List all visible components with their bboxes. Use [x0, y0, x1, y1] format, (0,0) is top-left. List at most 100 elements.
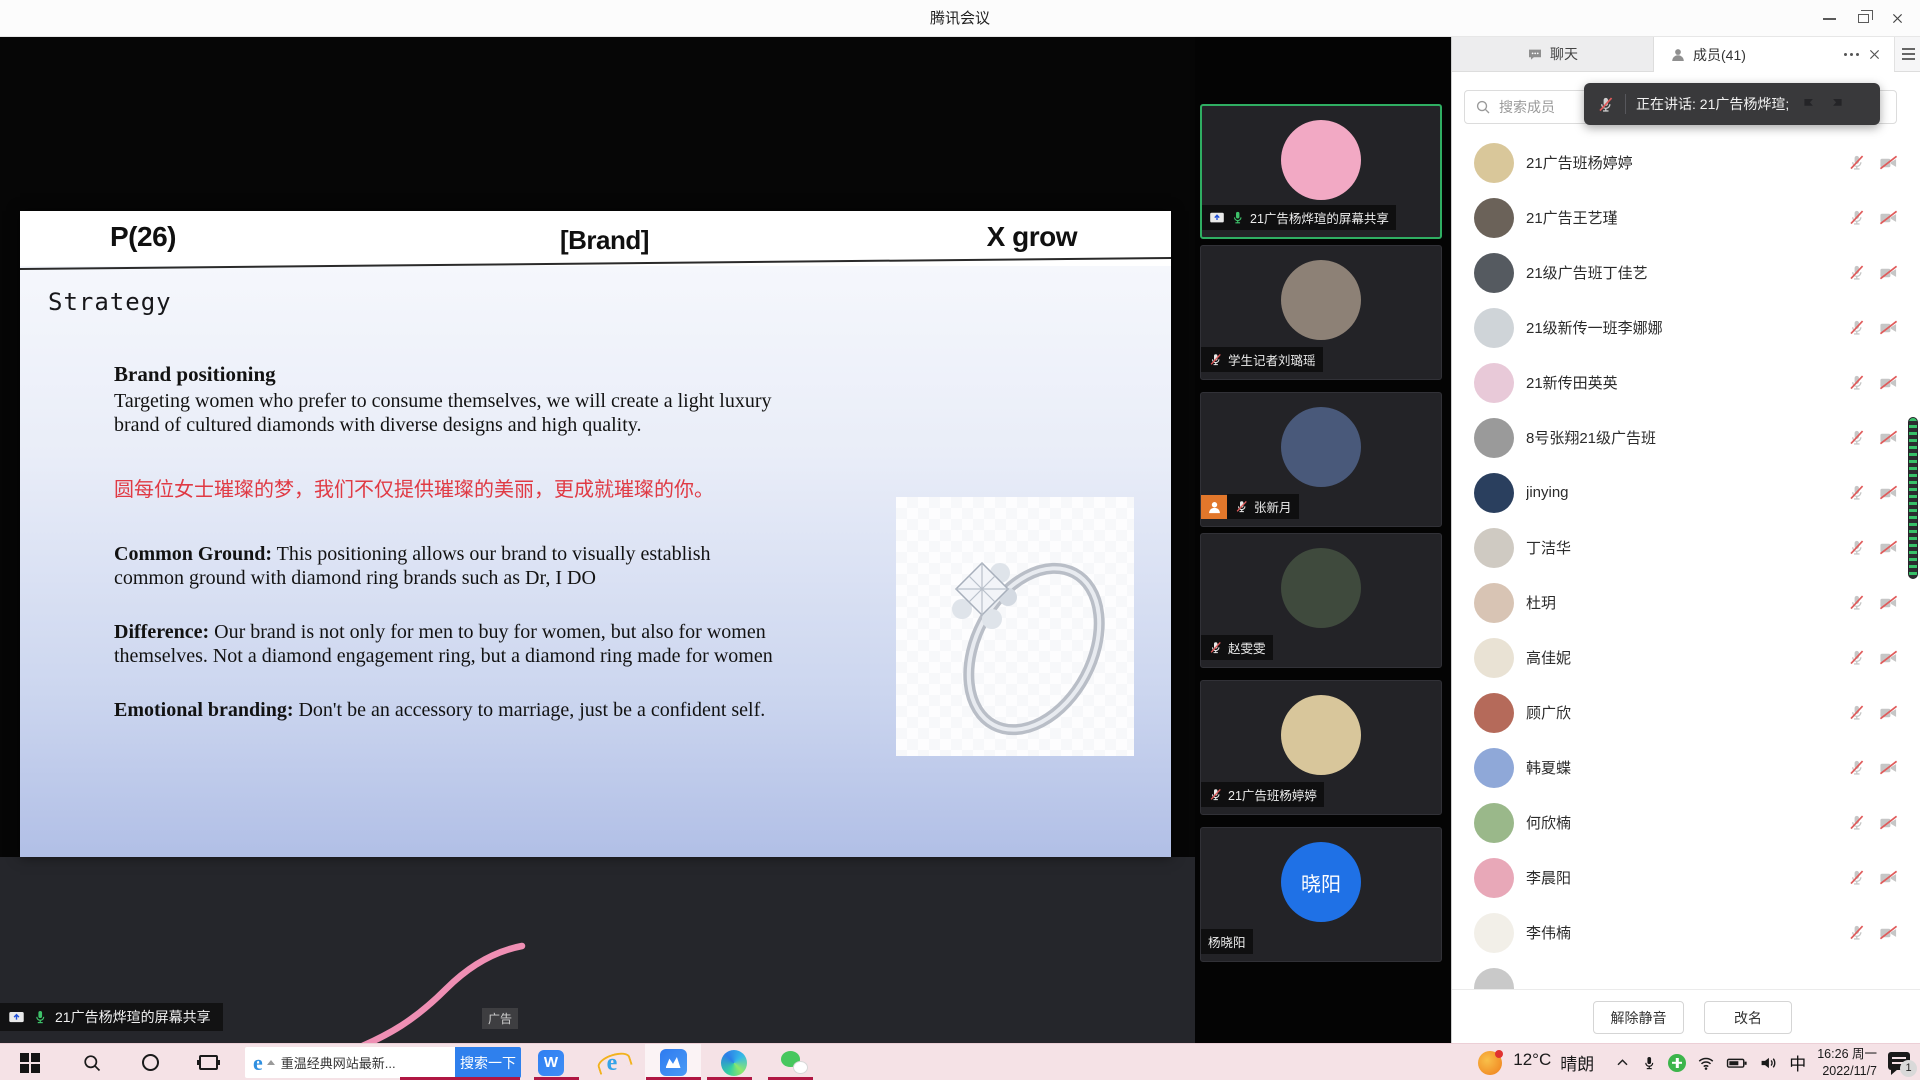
- mic-muted-icon[interactable]: [1847, 868, 1866, 887]
- camera-off-icon[interactable]: [1878, 373, 1899, 392]
- cortana-icon: [142, 1054, 159, 1071]
- mic-muted-icon: [1208, 787, 1223, 802]
- avatar: [1474, 473, 1514, 513]
- avatar: [1474, 968, 1514, 990]
- member-row[interactable]: 李晨阳: [1452, 850, 1920, 905]
- network-icon[interactable]: [1697, 1054, 1715, 1072]
- internet-explorer-icon: e: [599, 1050, 625, 1076]
- search-widget-query[interactable]: 重温经典网站最新...: [281, 1053, 455, 1072]
- tray-expand-icon[interactable]: [1615, 1055, 1630, 1070]
- camera-off-icon[interactable]: [1878, 813, 1899, 832]
- taskbar-search-button[interactable]: [72, 1044, 112, 1080]
- taskbar-app-wechat[interactable]: [767, 1044, 823, 1080]
- camera-off-icon[interactable]: [1878, 483, 1899, 502]
- taskbar-clock[interactable]: 16:26 周一 2022/11/7: [1817, 1046, 1877, 1079]
- video-thumbnail[interactable]: 21广告班杨婷婷: [1200, 680, 1442, 815]
- taskbar: e 重温经典网站最新... 搜索一下 W e 12°C 晴朗: [0, 1043, 1920, 1080]
- video-thumbnail-sharer[interactable]: 21广告杨烨瑄的屏幕共享: [1200, 104, 1442, 239]
- taskbar-app-ie[interactable]: e: [584, 1044, 640, 1080]
- start-button[interactable]: [10, 1044, 50, 1080]
- mic-muted-icon[interactable]: [1847, 318, 1866, 337]
- mic-muted-icon[interactable]: [1847, 373, 1866, 392]
- member-row[interactable]: [1452, 960, 1920, 989]
- volume-icon[interactable]: [1759, 1054, 1778, 1072]
- member-row[interactable]: 21广告王艺瑾: [1452, 190, 1920, 245]
- avatar: [1281, 120, 1361, 200]
- member-row[interactable]: 21级新传一班李娜娜: [1452, 300, 1920, 355]
- member-row[interactable]: 8号张翔21级广告班: [1452, 410, 1920, 465]
- minimize-button[interactable]: [1812, 4, 1846, 34]
- close-button[interactable]: [1880, 4, 1914, 34]
- member-row[interactable]: 高佳妮: [1452, 630, 1920, 685]
- member-row[interactable]: 21广告班杨婷婷: [1452, 135, 1920, 190]
- tab-members[interactable]: 成员(41): [1654, 37, 1894, 72]
- camera-off-icon[interactable]: [1878, 868, 1899, 887]
- video-thumbnail[interactable]: 赵雯雯: [1200, 533, 1442, 668]
- camera-off-icon[interactable]: [1878, 703, 1899, 722]
- restore-button[interactable]: [1846, 4, 1880, 34]
- member-row[interactable]: 韩夏蝶: [1452, 740, 1920, 795]
- mic-muted-icon[interactable]: [1847, 923, 1866, 942]
- mic-muted-icon[interactable]: [1847, 703, 1866, 722]
- weather-widget[interactable]: 12°C 晴朗: [1513, 1050, 1594, 1075]
- mic-muted-icon[interactable]: [1847, 483, 1866, 502]
- cortana-button[interactable]: [130, 1044, 170, 1080]
- video-thumbnail[interactable]: 晓阳 杨晓阳: [1200, 827, 1442, 962]
- more-options-button[interactable]: [1844, 53, 1859, 56]
- camera-off-icon[interactable]: [1878, 208, 1899, 227]
- scrollbar-thumb[interactable]: [1908, 417, 1918, 579]
- browser-search-widget[interactable]: e 重温经典网站最新... 搜索一下: [245, 1047, 521, 1078]
- mic-muted-icon[interactable]: [1847, 813, 1866, 832]
- mic-muted-icon[interactable]: [1847, 648, 1866, 667]
- taskbar-app-meeting[interactable]: [645, 1044, 701, 1080]
- task-view-button[interactable]: [188, 1044, 228, 1080]
- mic-muted-icon[interactable]: [1847, 153, 1866, 172]
- taskbar-app-wps[interactable]: W: [523, 1044, 579, 1080]
- camera-off-icon[interactable]: [1878, 593, 1899, 612]
- rename-button[interactable]: 改名: [1704, 1001, 1792, 1034]
- camera-off-icon[interactable]: [1878, 263, 1899, 282]
- member-row[interactable]: 21新传田英英: [1452, 355, 1920, 410]
- unmute-button[interactable]: 解除静音: [1593, 1001, 1684, 1034]
- mic-muted-icon: [1208, 640, 1223, 655]
- camera-off-icon[interactable]: [1878, 538, 1899, 557]
- video-thumbnail[interactable]: 学生记者刘璐瑶: [1200, 245, 1442, 380]
- mic-muted-icon: [1234, 499, 1249, 514]
- tray-mic-icon[interactable]: [1641, 1055, 1657, 1071]
- mic-muted-icon[interactable]: [1847, 758, 1866, 777]
- mic-muted-icon[interactable]: [1847, 538, 1866, 557]
- battery-icon[interactable]: [1726, 1054, 1748, 1072]
- member-row[interactable]: 21级广告班丁佳艺: [1452, 245, 1920, 300]
- panel-close-button[interactable]: [1867, 47, 1882, 62]
- member-row[interactable]: 顾广欣: [1452, 685, 1920, 740]
- member-row[interactable]: jinying: [1452, 465, 1920, 520]
- collapse-panel-button[interactable]: [1894, 37, 1920, 72]
- antivirus-360-icon[interactable]: [1668, 1054, 1686, 1072]
- camera-off-icon[interactable]: [1878, 923, 1899, 942]
- member-name: 21广告班杨婷婷: [1526, 152, 1835, 173]
- camera-off-icon[interactable]: [1878, 428, 1899, 447]
- mic-muted-icon[interactable]: [1847, 428, 1866, 447]
- tab-chat[interactable]: 聊天: [1452, 37, 1654, 72]
- camera-off-icon[interactable]: [1878, 318, 1899, 337]
- member-row[interactable]: 李伟楠: [1452, 905, 1920, 960]
- member-list: 21广告班杨婷婷 21广告王艺瑾 21级广告班丁佳艺 21级新传一班李娜娜 21: [1452, 135, 1920, 989]
- ime-indicator[interactable]: 中: [1789, 1050, 1806, 1075]
- avatar: [1474, 858, 1514, 898]
- tab-members-label: 成员(41): [1693, 45, 1746, 65]
- camera-off-icon[interactable]: [1878, 758, 1899, 777]
- mic-muted-icon[interactable]: [1847, 208, 1866, 227]
- member-row[interactable]: 何欣楠: [1452, 795, 1920, 850]
- search-widget-button[interactable]: 搜索一下: [455, 1047, 521, 1078]
- taskbar-app-edge[interactable]: [706, 1044, 762, 1080]
- notification-center-button[interactable]: 1: [1888, 1051, 1914, 1075]
- mic-muted-icon[interactable]: [1847, 263, 1866, 282]
- positioning-heading: Brand positioning: [114, 362, 774, 387]
- member-row[interactable]: 丁洁华: [1452, 520, 1920, 575]
- mic-muted-icon[interactable]: [1847, 593, 1866, 612]
- member-row[interactable]: 杜玥: [1452, 575, 1920, 630]
- camera-off-icon[interactable]: [1878, 648, 1899, 667]
- video-thumbnail[interactable]: 张新月: [1200, 392, 1442, 527]
- camera-off-icon[interactable]: [1878, 153, 1899, 172]
- weather-icon[interactable]: [1478, 1051, 1502, 1075]
